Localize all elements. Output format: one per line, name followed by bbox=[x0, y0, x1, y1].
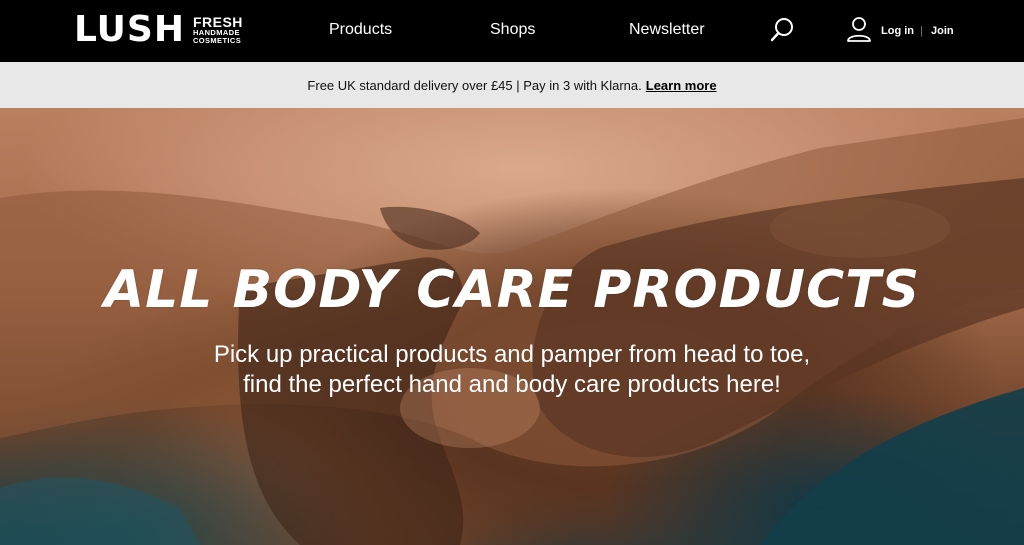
hero-subtitle: Pick up practical products and pamper fr… bbox=[0, 340, 1024, 400]
hero-subtitle-line-2: find the perfect hand and body care prod… bbox=[243, 371, 781, 398]
hero-banner: ALL BODY CARE PRODUCTS Pick up practical… bbox=[0, 108, 1024, 545]
learn-more-link[interactable]: Learn more bbox=[646, 78, 717, 93]
logo-tagline: FRESH HANDMADE COSMETICS bbox=[193, 15, 243, 46]
search-icon[interactable] bbox=[768, 15, 796, 45]
site-header: LUSH FRESH HANDMADE COSMETICS Products S… bbox=[0, 0, 1024, 62]
join-link[interactable]: Join bbox=[931, 24, 954, 38]
hero-title: ALL BODY CARE PRODUCTS bbox=[103, 260, 921, 320]
lush-logo[interactable]: LUSH FRESH HANDMADE COSMETICS bbox=[74, 12, 243, 48]
logo-tagline-cosmetics: COSMETICS bbox=[192, 36, 242, 45]
promo-text: Free UK standard delivery over £45 | Pay… bbox=[307, 77, 642, 93]
hero-subtitle-line-1: Pick up practical products and pamper fr… bbox=[213, 341, 811, 368]
nav-shops[interactable]: Shops bbox=[490, 20, 535, 40]
user-icon[interactable] bbox=[845, 15, 873, 45]
hero-image bbox=[0, 118, 1024, 545]
logo-wordmark: LUSH bbox=[74, 9, 185, 50]
logo-tagline-fresh: FRESH bbox=[192, 13, 243, 30]
promo-banner: Free UK standard delivery over £45 | Pay… bbox=[0, 62, 1024, 108]
nav-products[interactable]: Products bbox=[329, 20, 392, 40]
login-link[interactable]: Log in bbox=[881, 24, 914, 38]
nav-newsletter[interactable]: Newsletter bbox=[629, 20, 705, 40]
header-separator: | bbox=[920, 25, 923, 37]
